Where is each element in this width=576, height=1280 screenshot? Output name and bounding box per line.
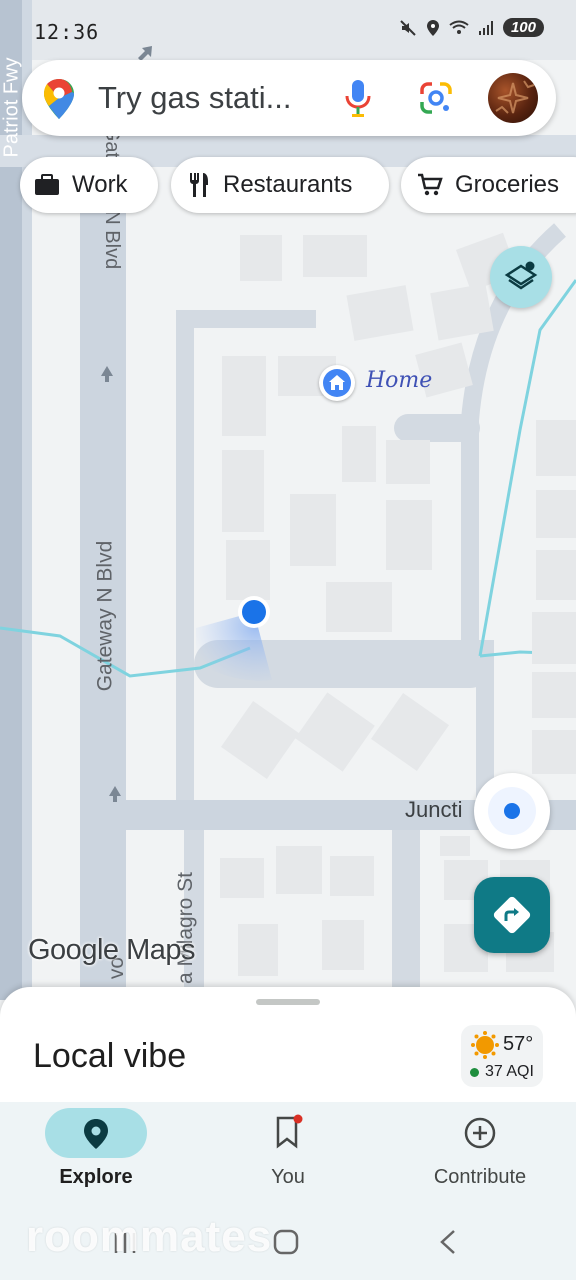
google-maps-pin-icon (44, 79, 74, 119)
briefcase-icon (35, 174, 59, 195)
nav-explore[interactable]: Explore (0, 1102, 192, 1202)
wifi-icon (449, 20, 469, 34)
fork-knife-icon (190, 173, 208, 197)
bookmark-icon (276, 1114, 303, 1149)
nav-you[interactable]: You (192, 1102, 384, 1202)
road-label-patriot-fwy: Patriot Fwy (0, 57, 23, 158)
watermark: roommates (26, 1212, 273, 1261)
chip-label: Restaurants (223, 171, 353, 198)
nav-explore-label: Explore (59, 1166, 133, 1188)
home-marker[interactable] (319, 365, 355, 401)
clock: 12:36 (34, 20, 100, 44)
bottom-navigation: Explore You Contribute (0, 1102, 576, 1202)
my-location-icon (488, 787, 536, 835)
road-label-junction: Juncti (405, 797, 463, 822)
directions-icon (493, 896, 531, 934)
sheet-title: Local vibe (33, 1037, 187, 1075)
nav-contribute[interactable]: Contribute (384, 1102, 576, 1202)
directions-button[interactable] (474, 877, 550, 953)
home-icon (323, 369, 351, 397)
map-canvas[interactable] (0, 0, 576, 1000)
chip-label: Work (72, 171, 128, 198)
add-circle-icon (464, 1117, 496, 1149)
google-maps-logo: Google Maps (28, 934, 196, 966)
chip-work[interactable]: Work (20, 157, 158, 213)
status-icons: 100 (399, 18, 544, 37)
mute-icon (400, 19, 416, 36)
location-icon (426, 19, 439, 36)
sheet-drag-handle[interactable] (256, 999, 320, 1005)
home-label[interactable]: Home (366, 368, 432, 393)
google-lens-icon[interactable] (418, 80, 454, 116)
weather-temperature: 57° (503, 1033, 534, 1055)
nav-you-label: You (271, 1166, 305, 1188)
nav-contribute-label: Contribute (433, 1166, 527, 1188)
air-quality-index: 37 AQI (485, 1063, 534, 1080)
profile-avatar[interactable] (488, 73, 538, 123)
home-nav-icon[interactable] (272, 1228, 300, 1256)
explore-pin-icon (84, 1119, 108, 1149)
search-input[interactable]: Try gas stati... (98, 80, 292, 116)
my-location-button[interactable] (474, 773, 550, 849)
battery-indicator: 100 (502, 18, 544, 37)
road-label-milagro: a Milagro St (174, 871, 198, 985)
aqi-indicator-dot (470, 1068, 479, 1077)
sun-icon (471, 1031, 499, 1059)
search-bar[interactable]: Try gas stati... (22, 60, 556, 136)
cart-icon (418, 173, 443, 196)
signal-icon (478, 20, 493, 35)
layers-icon (504, 261, 538, 290)
road-label-gateway-n-blvd: Gateway N Blvd (93, 540, 117, 692)
chip-restaurants[interactable]: Restaurants (171, 157, 389, 213)
back-icon[interactable] (436, 1228, 460, 1256)
weather-card[interactable]: 57° 37 AQI (461, 1025, 543, 1087)
microphone-icon[interactable] (344, 78, 372, 118)
chip-label: Groceries (455, 171, 560, 198)
chip-groceries[interactable]: Groceries (401, 157, 576, 213)
layers-button[interactable] (490, 246, 552, 308)
status-bar: 12:36 100 (0, 0, 576, 60)
